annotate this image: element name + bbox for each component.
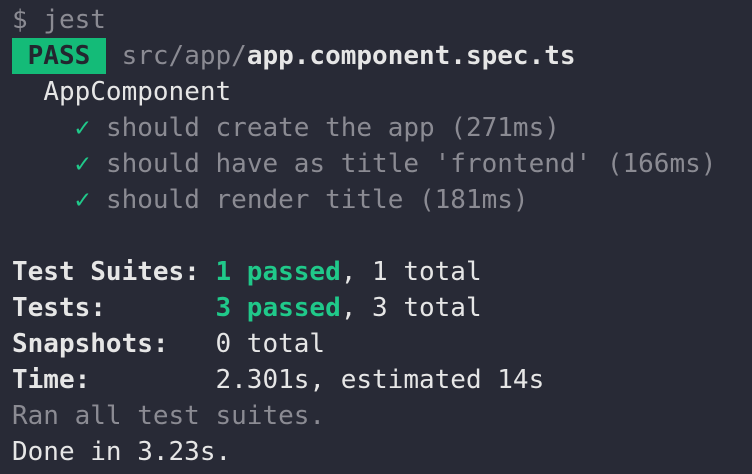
ran-all-line: Ran all test suites. [12, 401, 326, 431]
test-file-name: app.component.spec.ts [246, 41, 576, 71]
test-item: ✓ should render title (181ms) [12, 182, 752, 218]
tests-passed: 3 passed [215, 293, 341, 323]
suite-name: AppComponent [12, 74, 752, 110]
test-label: should create the app (271ms) [105, 113, 560, 143]
suites-passed: 1 passed [215, 257, 341, 287]
summary-time: Time: 2.301s, estimated 14s [12, 362, 752, 398]
done-line: Done in 3.23s. [12, 437, 232, 467]
summary-snapshots: Snapshots: 0 total [12, 326, 752, 362]
test-item: ✓ should have as title 'frontend' (166ms… [12, 146, 752, 182]
summary-tests: Tests: 3 passed, 3 total [12, 290, 752, 326]
test-label: should have as title 'frontend' (166ms) [105, 149, 717, 179]
check-icon: ✓ [74, 149, 91, 179]
suites-total: , 1 total [340, 257, 482, 287]
snapshots-label: Snapshots: [12, 329, 216, 359]
suite-name-text: AppComponent [43, 77, 232, 107]
summary-suites: Test Suites: 1 passed, 1 total [12, 254, 752, 290]
command-line: $ jest [12, 5, 106, 35]
tests-label: Tests: [12, 293, 216, 323]
suites-label: Test Suites: [12, 257, 216, 287]
snapshots-value: 0 total [215, 329, 326, 359]
time-value: 2.301s, estimated 14s [215, 365, 545, 395]
time-label: Time: [12, 365, 216, 395]
test-label: should render title (181ms) [105, 185, 529, 215]
test-file-dir: src/app/ [121, 41, 247, 71]
check-icon: ✓ [74, 185, 91, 215]
check-icon: ✓ [74, 113, 91, 143]
result-line: PASS src/app/app.component.spec.ts [12, 38, 752, 74]
pass-badge: PASS [12, 38, 106, 74]
test-item: ✓ should create the app (271ms) [12, 110, 752, 146]
tests-total: , 3 total [340, 293, 482, 323]
terminal-output: $ jest PASS src/app/app.component.spec.t… [0, 0, 752, 470]
